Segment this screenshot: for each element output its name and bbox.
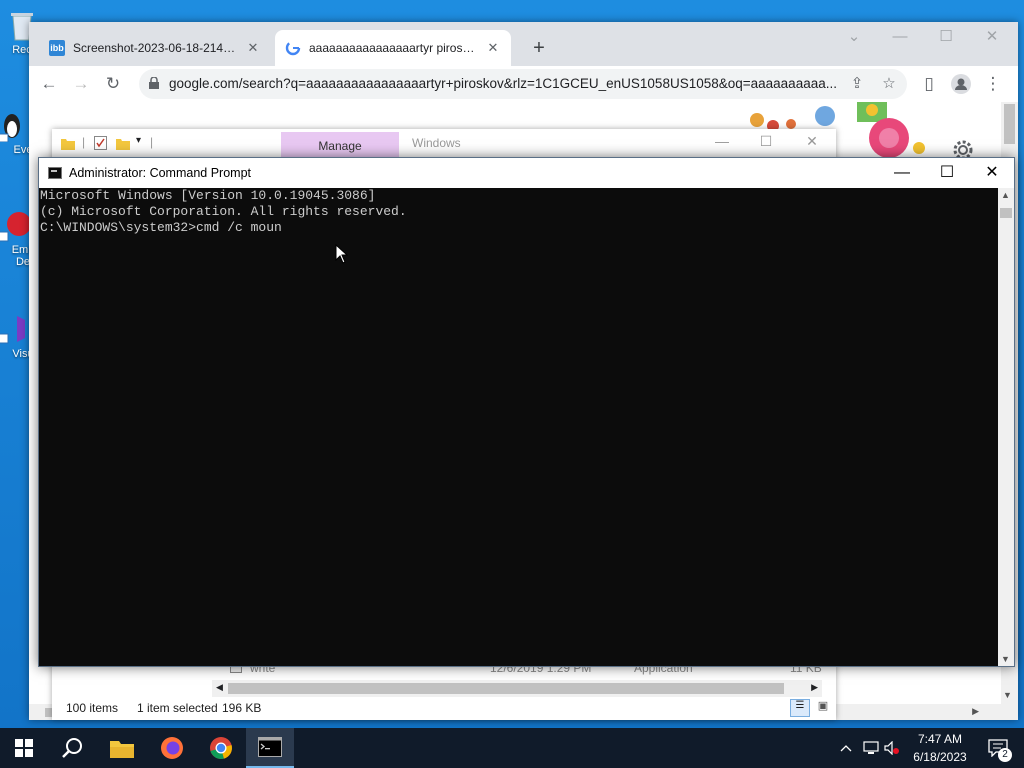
explorer-status-bar: 100 items 1 item selected 196 KB ☰ ▣	[52, 697, 836, 720]
taskbar: 7:47 AM 6/18/2023 2	[0, 728, 1024, 768]
scrollbar-thumb[interactable]	[228, 683, 784, 694]
console-line: (c) Microsoft Corporation. All rights re…	[40, 204, 407, 219]
quick-access-dropdown-icon[interactable]: ▾	[136, 135, 141, 146]
command-prompt-icon	[258, 737, 282, 757]
details-view-icon[interactable]: ☰	[790, 699, 810, 717]
notification-count-badge: 2	[998, 748, 1012, 762]
desktop-app-icon	[0, 114, 20, 142]
large-icons-view-icon[interactable]: ▣	[814, 699, 832, 717]
lock-icon	[149, 77, 159, 89]
action-center-button[interactable]: 2	[980, 728, 1016, 768]
google-icon	[285, 40, 301, 56]
bookmark-star-icon[interactable]: ☆	[879, 74, 899, 94]
console-line: Microsoft Windows [Version 10.0.19045.30…	[40, 188, 376, 203]
cmd-vertical-scrollbar[interactable]: ▲ ▼	[998, 188, 1014, 666]
explorer-horizontal-scrollbar[interactable]: ◀ ▶	[212, 680, 822, 697]
desktop-icon-label: Eve	[13, 144, 33, 156]
tab-search-icon[interactable]: ⌄	[832, 24, 876, 50]
explorer-window-title: Windows	[412, 136, 461, 150]
desktop-app-icon	[0, 316, 25, 344]
taskbar-chrome[interactable]	[197, 728, 245, 768]
scroll-right-icon[interactable]: ▶	[811, 682, 818, 693]
menu-kebab-icon[interactable]: ⋮	[979, 70, 1007, 98]
desktop-app-icon	[0, 212, 29, 242]
desktop-icon-label-line2: De	[15, 256, 31, 268]
firefox-icon	[161, 737, 183, 759]
profile-avatar-icon[interactable]	[947, 70, 975, 98]
console-output[interactable]: Microsoft Windows [Version 10.0.19045.30…	[39, 188, 999, 666]
cmd-minimize-button[interactable]: —	[879, 158, 925, 188]
cmd-window-title: Administrator: Command Prompt	[69, 166, 252, 180]
scroll-down-icon[interactable]: ▼	[1001, 654, 1010, 664]
item-count: 100 items	[66, 701, 119, 715]
explorer-titlebar: | ▾ | Manage Windows — ☐ ✕	[52, 129, 836, 157]
scrollbar-thumb[interactable]	[1000, 208, 1012, 218]
explorer-minimize-button[interactable]: —	[702, 133, 742, 149]
clock-time: 7:47 AM	[917, 732, 963, 746]
maximize-button[interactable]: ☐	[924, 24, 968, 50]
forward-icon[interactable]: →	[67, 70, 95, 98]
side-panel-icon[interactable]: ▯	[915, 70, 943, 98]
close-tab-icon[interactable]: ✕	[245, 40, 261, 56]
show-hidden-icons-icon[interactable]	[836, 728, 856, 768]
back-icon[interactable]: ←	[35, 70, 63, 98]
cmd-titlebar[interactable]: Administrator: Command Prompt — ☐ ✕	[39, 158, 1014, 188]
system-clock[interactable]: 7:47 AM 6/18/2023	[898, 730, 982, 766]
explorer-maximize-button[interactable]: ☐	[746, 133, 786, 150]
cmd-maximize-button[interactable]: ☐	[924, 158, 970, 188]
taskbar-firefox[interactable]	[148, 728, 196, 768]
ribbon-tab-manage[interactable]: Manage	[281, 132, 399, 157]
close-button[interactable]: ✕	[970, 24, 1014, 50]
new-folder-icon[interactable]	[116, 136, 130, 150]
address-bar[interactable]: google.com/search?q=aaaaaaaaaaaaaaaartyr…	[139, 69, 907, 99]
selection-count: 1 item selected	[137, 701, 218, 715]
command-prompt-icon	[48, 167, 62, 179]
tab-google-search[interactable]: aaaaaaaaaaaaaaaartyr piroskov - ✕	[275, 30, 511, 66]
reload-icon[interactable]: ↻	[99, 70, 127, 98]
scroll-up-icon[interactable]: ▲	[1001, 190, 1010, 200]
taskbar-command-prompt[interactable]	[246, 728, 294, 768]
chrome-icon	[210, 737, 232, 759]
share-icon[interactable]: ⇪	[847, 74, 867, 94]
cmd-close-button[interactable]: ✕	[969, 158, 1015, 188]
close-tab-icon[interactable]: ✕	[485, 40, 501, 56]
ibb-favicon-icon: ibb	[49, 40, 65, 56]
new-tab-button[interactable]: +	[525, 34, 553, 62]
file-explorer-icon	[110, 741, 134, 758]
tab-title: Screenshot-2023-06-18-214227	[73, 41, 237, 55]
console-input-line: C:\WINDOWS\system32>cmd /c moun	[40, 220, 282, 235]
folder-icon	[61, 139, 75, 150]
clock-date: 6/18/2023	[913, 750, 967, 764]
selection-size: 196 KB	[222, 701, 262, 715]
search-icon	[62, 738, 82, 758]
properties-icon[interactable]	[94, 136, 107, 150]
mouse-pointer-icon	[335, 244, 349, 264]
search-button[interactable]	[48, 728, 96, 768]
start-button[interactable]	[0, 728, 48, 768]
taskbar-file-explorer[interactable]	[98, 728, 146, 768]
command-prompt-window[interactable]: Administrator: Command Prompt — ☐ ✕ Micr…	[38, 157, 1015, 667]
start-icon	[15, 739, 33, 757]
browser-toolbar: ← → ↻ google.com/search?q=aaaaaaaaaaaaaa…	[29, 66, 1018, 102]
scroll-left-icon[interactable]: ◀	[216, 682, 223, 693]
tab-strip: ibb Screenshot-2023-06-18-214227 ✕ aaaaa…	[29, 22, 1018, 66]
minimize-button[interactable]: —	[878, 24, 922, 50]
tab-title: aaaaaaaaaaaaaaaartyr piroskov -	[309, 41, 477, 55]
explorer-close-button[interactable]: ✕	[792, 133, 832, 150]
url-text[interactable]: google.com/search?q=aaaaaaaaaaaaaaaartyr…	[169, 69, 849, 99]
network-icon[interactable]	[860, 728, 882, 768]
tab-screenshot[interactable]: ibb Screenshot-2023-06-18-214227 ✕	[39, 30, 271, 66]
